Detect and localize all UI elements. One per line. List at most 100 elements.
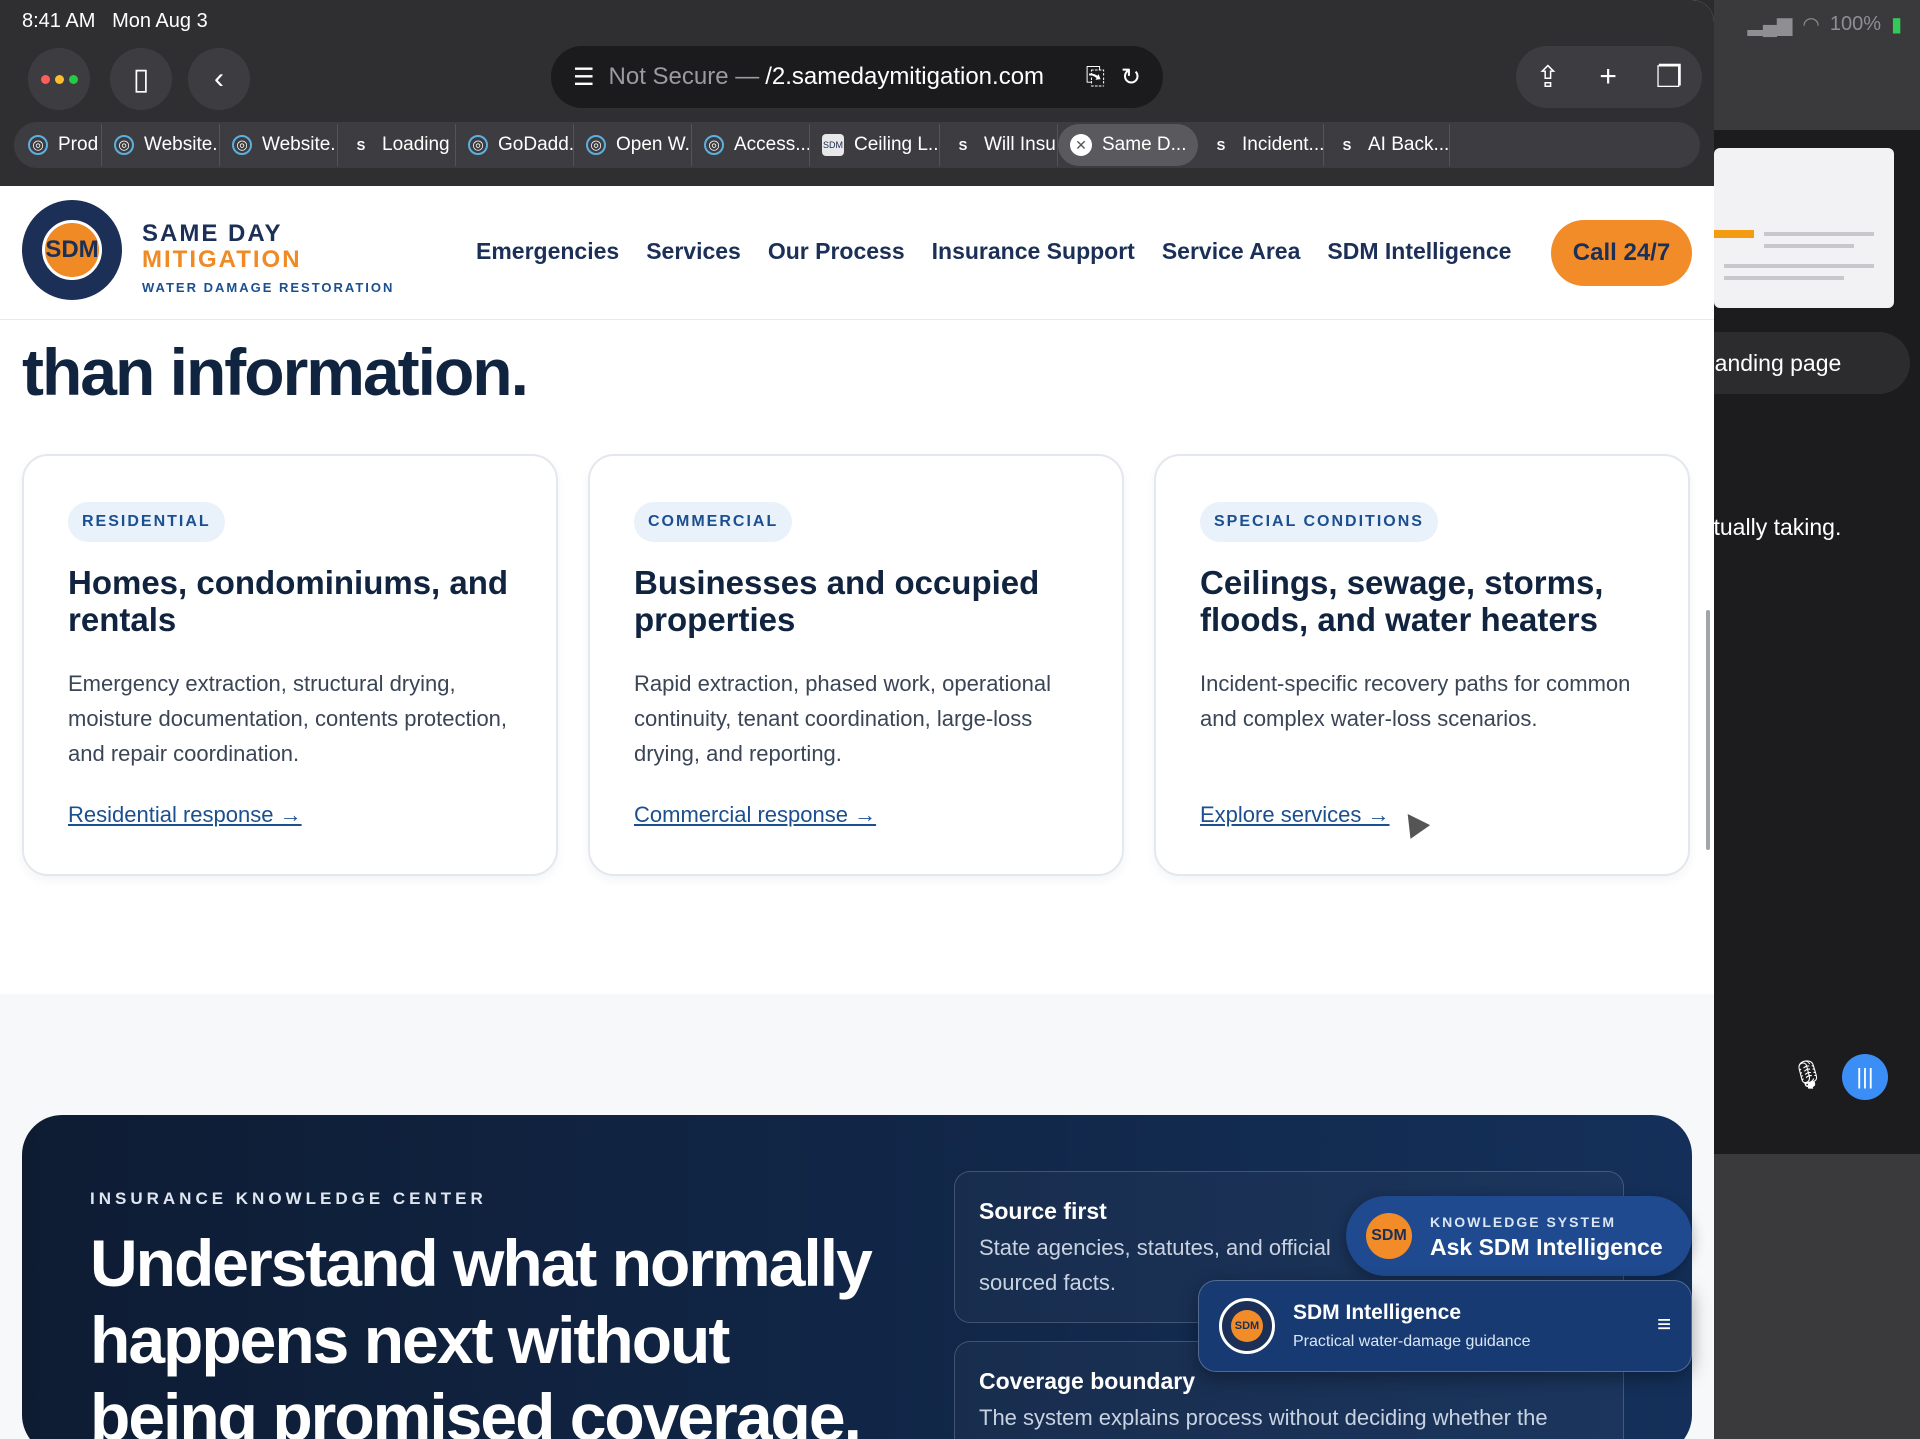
- call-button[interactable]: Call 24/7: [1551, 220, 1692, 286]
- browser-tab[interactable]: ◎ Open W...: [574, 124, 692, 166]
- tab-label: Open W...: [616, 134, 691, 155]
- ask-label: Ask SDM Intelligence: [1430, 1234, 1663, 1260]
- status-bar-right: ▂▄▆ ◠ 100% ▮: [1747, 12, 1902, 37]
- sidebar-toggle-button[interactable]: ▯: [110, 48, 172, 110]
- page-scrollbar[interactable]: [1706, 610, 1710, 850]
- browser-tab[interactable]: ◎ Prod: [16, 124, 102, 166]
- card-body: Emergency extraction, structural drying,…: [68, 671, 508, 766]
- main-nav: Emergencies Services Our Process Insurance …: [476, 238, 1511, 265]
- card-title: Ceilings, sewage, storms, floods, and wa…: [1200, 564, 1604, 638]
- panel-subtitle: Practical water-damage guidance: [1293, 1333, 1531, 1350]
- page-menu-icon: ☰: [573, 63, 595, 91]
- close-icon[interactable]: ✕: [1070, 134, 1092, 156]
- browser-tab[interactable]: ◎ Website...: [102, 124, 220, 166]
- toolbar-actions: ⇪ + ❐: [1516, 46, 1702, 108]
- microphone-icon[interactable]: 🎙: [1790, 1058, 1826, 1098]
- sdm-logo-avatar: SDM: [1219, 1298, 1275, 1354]
- address-bar[interactable]: ☰ Not Secure — /2.samedaymitigation.com …: [551, 46, 1163, 108]
- nav-item[interactable]: Insurance Support: [932, 238, 1135, 265]
- new-tab-icon[interactable]: +: [1599, 60, 1617, 94]
- eyebrow: INSURANCE KNOWLEDGE CENTER: [90, 1189, 487, 1208]
- card-body: Incident-specific recovery paths for com…: [1200, 671, 1631, 731]
- wifi-icon: ◠: [1802, 14, 1820, 36]
- tab-label: AI Back...: [1368, 134, 1450, 155]
- knowledge-system-label: KNOWLEDGE SYSTEM: [1430, 1214, 1617, 1230]
- insurance-heading: Understand what normally happens next wi…: [90, 1226, 873, 1439]
- back-button[interactable]: ‹: [188, 48, 250, 110]
- tab-label: Loading: [382, 134, 450, 155]
- s-letter-icon: S: [958, 137, 968, 153]
- tab-label: GoDadd...: [498, 134, 574, 155]
- browser-tab[interactable]: S Will Insu...: [940, 124, 1058, 166]
- brand-wordmark[interactable]: SAME DAY MITIGATION WATER DAMAGE RESTORA…: [142, 220, 394, 295]
- tab-label: Website...: [262, 134, 338, 155]
- card-title: Businesses and occupied properties: [634, 564, 1040, 638]
- site-header: SDM SAME DAY MITIGATION WATER DAMAGE RES…: [0, 186, 1714, 320]
- ask-sdm-intelligence-button[interactable]: SDM KNOWLEDGE SYSTEM Ask SDM Intelligenc…: [1346, 1196, 1692, 1276]
- nav-item[interactable]: SDM Intelligence: [1327, 238, 1511, 265]
- browser-window: 8:41 AM Mon Aug 3 ▯ ‹ ☰ Not Secure — /2.…: [0, 0, 1714, 1439]
- browser-tab[interactable]: S AI Back...: [1324, 124, 1450, 166]
- card-tag: SPECIAL CONDITIONS: [1200, 502, 1438, 542]
- three-dots-icon: [40, 74, 78, 84]
- browser-tab[interactable]: SDM Ceiling L...: [810, 124, 940, 166]
- chevron-left-icon: ‹: [214, 62, 224, 95]
- browser-tab[interactable]: ◎ GoDadd...: [456, 124, 574, 166]
- s-letter-icon: S: [1216, 137, 1226, 153]
- card-body: Rapid extraction, phased work, operation…: [634, 671, 1052, 766]
- card-tag: RESIDENTIAL: [68, 502, 225, 542]
- insurance-knowledge-center: INSURANCE KNOWLEDGE CENTER Understand wh…: [22, 1115, 1692, 1439]
- browser-tab[interactable]: S Loading: [338, 124, 456, 166]
- card-tag: COMMERCIAL: [634, 502, 793, 542]
- sdm-logo-icon: SDM: [822, 134, 844, 156]
- browser-tab[interactable]: ◎ Access...: [692, 124, 810, 166]
- spiral-icon: ◎: [232, 135, 252, 155]
- web-page: SDM SAME DAY MITIGATION WATER DAMAGE RES…: [0, 186, 1714, 1439]
- background-strip: [1714, 1154, 1920, 1439]
- browser-tab[interactable]: ✕ Same D...: [1058, 124, 1198, 166]
- reload-icon[interactable]: ↻: [1121, 63, 1141, 92]
- tab-label: Access...: [734, 134, 810, 155]
- tab-overview-icon[interactable]: ❐: [1656, 60, 1683, 95]
- battery-text: 100%: [1829, 13, 1881, 35]
- card-link[interactable]: Explore services →: [1200, 802, 1390, 828]
- site-logo[interactable]: SDM: [22, 200, 122, 300]
- browser-toolbar: 8:41 AM Mon Aug 3 ▯ ‹ ☰ Not Secure — /2.…: [0, 0, 1714, 186]
- spiral-icon: ◎: [114, 135, 134, 155]
- sidebar-icon: ▯: [132, 62, 150, 96]
- spiral-icon: ◎: [28, 135, 48, 155]
- page-thumbnail[interactable]: [1714, 148, 1894, 308]
- card-link[interactable]: Residential response →: [68, 802, 302, 828]
- s-letter-icon: S: [356, 137, 366, 153]
- service-card: COMMERCIAL Businesses and occupied proper…: [588, 454, 1124, 876]
- nav-item[interactable]: Emergencies: [476, 238, 619, 265]
- section-heading: than information.: [22, 335, 529, 409]
- nav-item[interactable]: Service Area: [1162, 238, 1301, 265]
- spiral-icon: ◎: [586, 135, 606, 155]
- service-card: RESIDENTIAL Homes, condominiums, and rent…: [22, 454, 558, 876]
- hamburger-menu-icon[interactable]: ≡: [1657, 1311, 1671, 1339]
- tab-label: Incident...: [1242, 134, 1324, 155]
- chat-text: ctually taking.: [1714, 514, 1842, 540]
- window-menu-button[interactable]: [28, 48, 90, 110]
- url-domain: /2.samedaymitigation.com: [765, 63, 1045, 90]
- background-app-panel: ▂▄▆ ◠ 100% ▮ nt landing page ctually tak…: [1714, 0, 1920, 1439]
- spiral-icon: ◎: [468, 135, 488, 155]
- not-secure-label: Not Secure —: [608, 63, 760, 90]
- sdm-avatar: SDM: [1366, 1213, 1412, 1259]
- browser-tab[interactable]: ◎ Website...: [220, 124, 338, 166]
- voice-mode-icon[interactable]: |||: [1842, 1054, 1888, 1100]
- tab-label: Ceiling L...: [854, 134, 940, 155]
- card-link[interactable]: Commercial response →: [634, 802, 876, 828]
- share-icon[interactable]: ⇪: [1535, 60, 1560, 95]
- sdm-intelligence-panel[interactable]: SDM SDM Intelligence Practical water-dam…: [1198, 1280, 1692, 1372]
- nav-item[interactable]: Services: [646, 238, 741, 265]
- spiral-icon: ◎: [704, 135, 724, 155]
- signal-icon: ▂▄▆: [1747, 14, 1793, 36]
- tab-bar: ◎ Prod ◎ Website... ◎ Website... S Loading ◎ GoDa…: [14, 122, 1700, 168]
- tab-label: Prod: [58, 134, 99, 155]
- extension-icon[interactable]: ⎘: [1086, 63, 1105, 92]
- nav-item[interactable]: Our Process: [768, 238, 905, 265]
- panel-title: SDM Intelligence: [1293, 1301, 1462, 1324]
- browser-tab[interactable]: S Incident...: [1198, 124, 1324, 166]
